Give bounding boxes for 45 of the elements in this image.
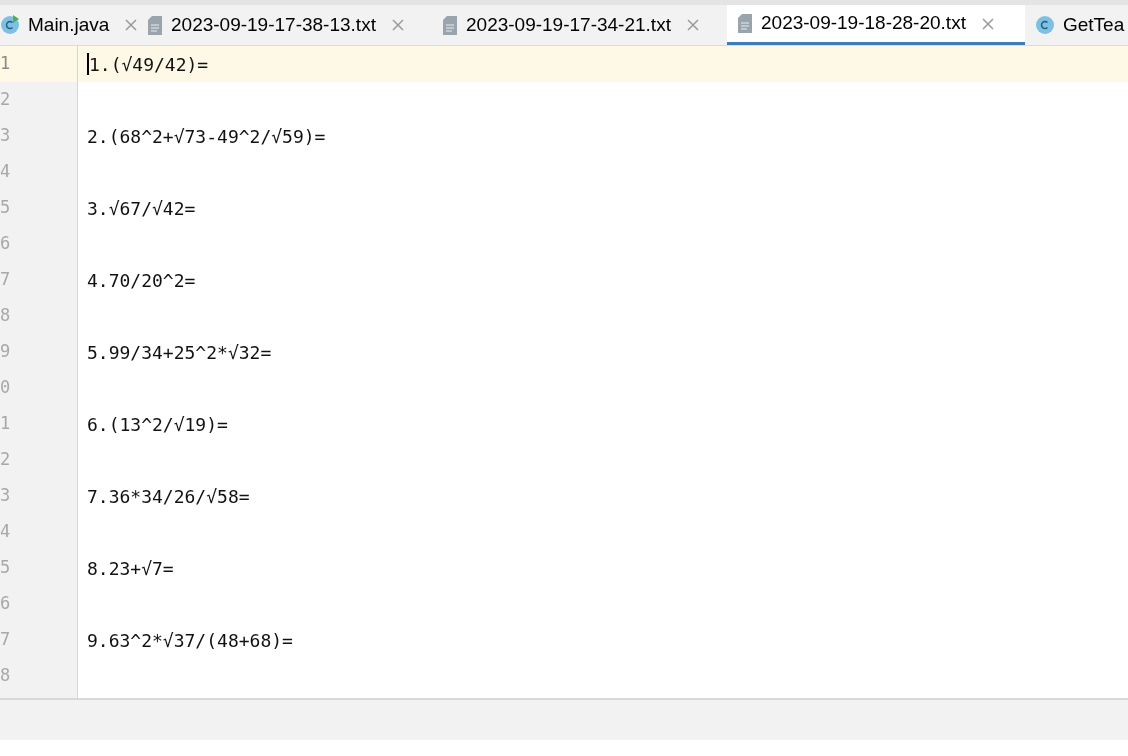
tab-label: Main.java [28, 12, 110, 37]
line-number: 5 [0, 196, 11, 220]
close-icon[interactable] [981, 17, 994, 30]
code-line: 9.63^2*√37/(48+68)= [87, 628, 293, 653]
tab-label: 2023-09-19-17-34-21.txt [466, 12, 671, 37]
line-number: 5 [0, 556, 11, 580]
close-icon[interactable] [686, 19, 699, 31]
line-number: 4 [0, 160, 11, 184]
text-cursor [87, 53, 89, 75]
code-line: 1.(√49/42)= [89, 52, 209, 77]
close-icon[interactable] [391, 19, 404, 31]
code-line: 2.(68^2+√73-49^2/√59)= [87, 124, 326, 149]
editor-tab[interactable]: 2023-09-19-18-28-20.txt [727, 5, 1025, 45]
editor-tab[interactable]: GetTea [1025, 5, 1128, 45]
editor-tab[interactable]: 2023-09-19-17-38-13.txt [137, 5, 432, 45]
text-file-icon [737, 13, 753, 34]
code-line: 8.23+√7= [87, 556, 174, 581]
editor-tab[interactable]: Main.java [0, 5, 137, 45]
line-number: 3 [0, 124, 11, 148]
line-number: 0 [0, 376, 11, 400]
code-line: 3.√67/√42= [87, 196, 196, 221]
code-line: 6.(13^2/√19)= [87, 412, 228, 437]
tab-label: 2023-09-19-18-28-20.txt [761, 11, 966, 36]
line-number: 6 [0, 592, 11, 616]
code-line: 7.36*34/26/√58= [87, 484, 250, 509]
tab-label: GetTea [1063, 12, 1125, 37]
tab-label: 2023-09-19-17-38-13.txt [171, 12, 376, 37]
line-number: 6 [0, 232, 11, 256]
line-number: 1 [0, 52, 11, 76]
line-number: 1 [0, 412, 11, 436]
line-number: 9 [0, 340, 11, 364]
line-number: 2 [0, 88, 11, 112]
line-number: 3 [0, 484, 11, 508]
line-number: 8 [0, 664, 11, 688]
text-file-icon [147, 14, 163, 36]
line-number: 7 [0, 268, 11, 292]
editor-tab[interactable]: 2023-09-19-17-34-21.txt [432, 5, 727, 45]
line-number: 7 [0, 628, 11, 652]
line-number: 4 [0, 520, 11, 544]
close-icon[interactable] [125, 19, 138, 31]
text-file-icon [442, 14, 458, 36]
line-number: 8 [0, 304, 11, 328]
line-number: 2 [0, 448, 11, 472]
code-line: 5.99/34+25^2*√32= [87, 340, 272, 365]
code-line: 4.70/20^2= [87, 268, 196, 293]
